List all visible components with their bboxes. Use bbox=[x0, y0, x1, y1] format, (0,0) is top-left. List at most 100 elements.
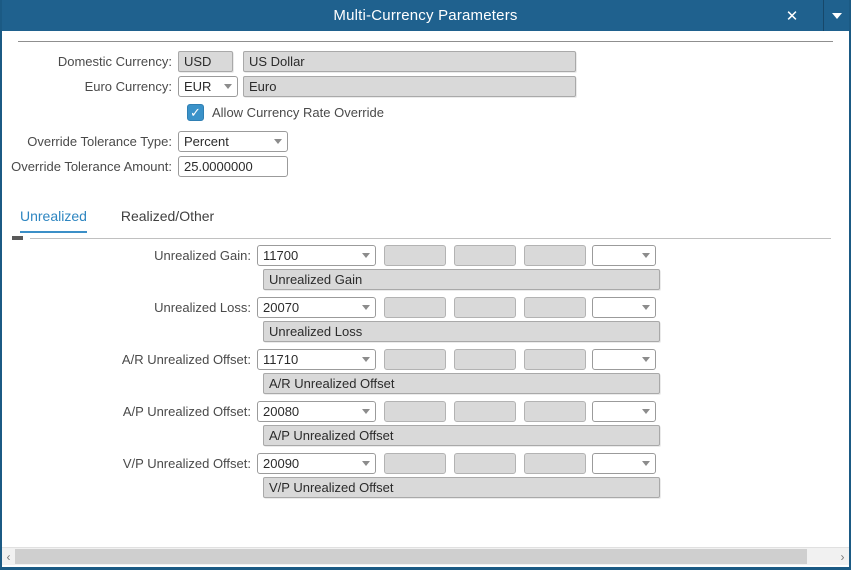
close-button[interactable]: ✕ bbox=[761, 0, 823, 31]
account-segment-box bbox=[524, 349, 586, 370]
allow-override-label: Allow Currency Rate Override bbox=[212, 105, 384, 120]
dropdown-caret-icon bbox=[642, 461, 650, 466]
euro-currency-name-field: Euro bbox=[243, 76, 576, 97]
account-segment-box bbox=[384, 245, 446, 266]
multi-currency-parameters-dialog: Multi-Currency Parameters ✕ Domestic Cur… bbox=[0, 0, 851, 570]
euro-currency-row: Euro Currency: EUR Euro bbox=[2, 76, 849, 97]
account-segment-box bbox=[524, 245, 586, 266]
tab-realized-other[interactable]: Realized/Other bbox=[121, 208, 214, 231]
scrollbar-thumb[interactable] bbox=[15, 549, 807, 564]
account-segment-dropdown[interactable] bbox=[592, 349, 656, 370]
account-label: A/P Unrealized Offset: bbox=[2, 404, 257, 419]
account-description-field: A/P Unrealized Offset bbox=[263, 425, 660, 446]
caret-down-icon bbox=[832, 13, 842, 19]
account-row: A/P Unrealized Offset: 20080 bbox=[2, 401, 849, 422]
euro-currency-value: EUR bbox=[184, 79, 211, 94]
allow-override-row: ✓ Allow Currency Rate Override bbox=[2, 103, 849, 122]
dropdown-caret-icon bbox=[362, 253, 370, 258]
titlebar[interactable]: Multi-Currency Parameters ✕ bbox=[2, 0, 849, 31]
close-icon: ✕ bbox=[786, 7, 799, 25]
account-combo-ar-unrealized-offset[interactable]: 11710 bbox=[257, 349, 376, 370]
account-row: Unrealized Loss: 20070 bbox=[2, 297, 849, 318]
euro-currency-dropdown[interactable]: EUR bbox=[178, 76, 238, 97]
account-value: 20090 bbox=[263, 456, 299, 471]
account-segment-box bbox=[454, 297, 516, 318]
dropdown-caret-icon bbox=[642, 253, 650, 258]
account-segment-box bbox=[524, 401, 586, 422]
account-row: V/P Unrealized Offset: 20090 bbox=[2, 453, 849, 474]
dropdown-caret-icon bbox=[362, 461, 370, 466]
unrealized-accounts-panel: Unrealized Gain: 11700 Unrealized Gain U… bbox=[2, 245, 849, 498]
tolerance-amount-input[interactable]: 25.0000000 bbox=[178, 156, 288, 177]
account-segment-dropdown[interactable] bbox=[592, 245, 656, 266]
domestic-currency-code-field: USD bbox=[178, 51, 233, 72]
account-segment-box bbox=[454, 453, 516, 474]
tolerance-type-value: Percent bbox=[184, 134, 229, 149]
account-description-field: V/P Unrealized Offset bbox=[263, 477, 660, 498]
account-label: V/P Unrealized Offset: bbox=[2, 456, 257, 471]
dropdown-caret-icon bbox=[224, 84, 232, 89]
account-combo-vp-unrealized-offset[interactable]: 20090 bbox=[257, 453, 376, 474]
account-description-row: Unrealized Gain bbox=[2, 269, 849, 290]
euro-currency-label: Euro Currency: bbox=[2, 79, 178, 94]
dropdown-caret-icon bbox=[642, 409, 650, 414]
account-label: Unrealized Loss: bbox=[2, 300, 257, 315]
account-description-field: Unrealized Loss bbox=[263, 321, 660, 342]
horizontal-scrollbar[interactable]: ‹ › bbox=[2, 547, 849, 565]
check-icon: ✓ bbox=[190, 105, 201, 121]
account-value: 20080 bbox=[263, 404, 299, 419]
account-segment-dropdown[interactable] bbox=[592, 453, 656, 474]
account-segment-dropdown[interactable] bbox=[592, 401, 656, 422]
dropdown-caret-icon bbox=[362, 305, 370, 310]
currency-form: Domestic Currency: USD US Dollar Euro Cu… bbox=[2, 51, 849, 177]
domestic-currency-row: Domestic Currency: USD US Dollar bbox=[2, 51, 849, 72]
domestic-currency-label: Domestic Currency: bbox=[2, 54, 178, 69]
account-value: 11710 bbox=[263, 352, 298, 367]
scroll-right-arrow[interactable]: › bbox=[836, 550, 849, 564]
account-row: Unrealized Gain: 11700 bbox=[2, 245, 849, 266]
account-segment-box bbox=[454, 245, 516, 266]
page-title: Multi-Currency Parameters bbox=[2, 7, 849, 24]
account-combo-unrealized-loss[interactable]: 20070 bbox=[257, 297, 376, 318]
account-row: A/R Unrealized Offset: 11710 bbox=[2, 349, 849, 370]
tab-strip-handle bbox=[12, 236, 23, 240]
account-label: A/R Unrealized Offset: bbox=[2, 352, 257, 367]
titlebar-menu-button[interactable] bbox=[823, 0, 849, 31]
tolerance-amount-label: Override Tolerance Amount: bbox=[2, 159, 178, 174]
account-description-row: V/P Unrealized Offset bbox=[2, 477, 849, 498]
account-segment-box bbox=[384, 453, 446, 474]
account-segment-box bbox=[384, 401, 446, 422]
account-description-field: A/R Unrealized Offset bbox=[263, 373, 660, 394]
scroll-left-arrow[interactable]: ‹ bbox=[2, 550, 15, 564]
account-combo-unrealized-gain[interactable]: 11700 bbox=[257, 245, 376, 266]
header-separator bbox=[18, 41, 833, 42]
account-description-row: A/P Unrealized Offset bbox=[2, 425, 849, 446]
tolerance-type-row: Override Tolerance Type: Percent bbox=[2, 131, 849, 152]
tolerance-type-dropdown[interactable]: Percent bbox=[178, 131, 288, 152]
account-segment-box bbox=[454, 401, 516, 422]
tolerance-amount-row: Override Tolerance Amount: 25.0000000 bbox=[2, 156, 849, 177]
dropdown-caret-icon bbox=[274, 139, 282, 144]
account-segment-box bbox=[384, 297, 446, 318]
account-segment-dropdown[interactable] bbox=[592, 297, 656, 318]
account-segment-box bbox=[524, 453, 586, 474]
domestic-currency-name-field: US Dollar bbox=[243, 51, 576, 72]
account-combo-ap-unrealized-offset[interactable]: 20080 bbox=[257, 401, 376, 422]
account-description-field: Unrealized Gain bbox=[263, 269, 660, 290]
account-segment-box bbox=[454, 349, 516, 370]
dropdown-caret-icon bbox=[642, 357, 650, 362]
dropdown-caret-icon bbox=[362, 357, 370, 362]
dropdown-caret-icon bbox=[362, 409, 370, 414]
account-segment-box bbox=[524, 297, 586, 318]
tab-unrealized[interactable]: Unrealized bbox=[20, 208, 87, 233]
tolerance-type-label: Override Tolerance Type: bbox=[2, 134, 178, 149]
account-value: 20070 bbox=[263, 300, 299, 315]
account-value: 11700 bbox=[263, 248, 298, 263]
account-segment-box bbox=[384, 349, 446, 370]
dropdown-caret-icon bbox=[642, 305, 650, 310]
account-description-row: Unrealized Loss bbox=[2, 321, 849, 342]
account-label: Unrealized Gain: bbox=[2, 248, 257, 263]
account-description-row: A/R Unrealized Offset bbox=[2, 373, 849, 394]
allow-override-checkbox[interactable]: ✓ bbox=[187, 104, 204, 121]
tab-strip: Unrealized Realized/Other bbox=[20, 208, 849, 233]
